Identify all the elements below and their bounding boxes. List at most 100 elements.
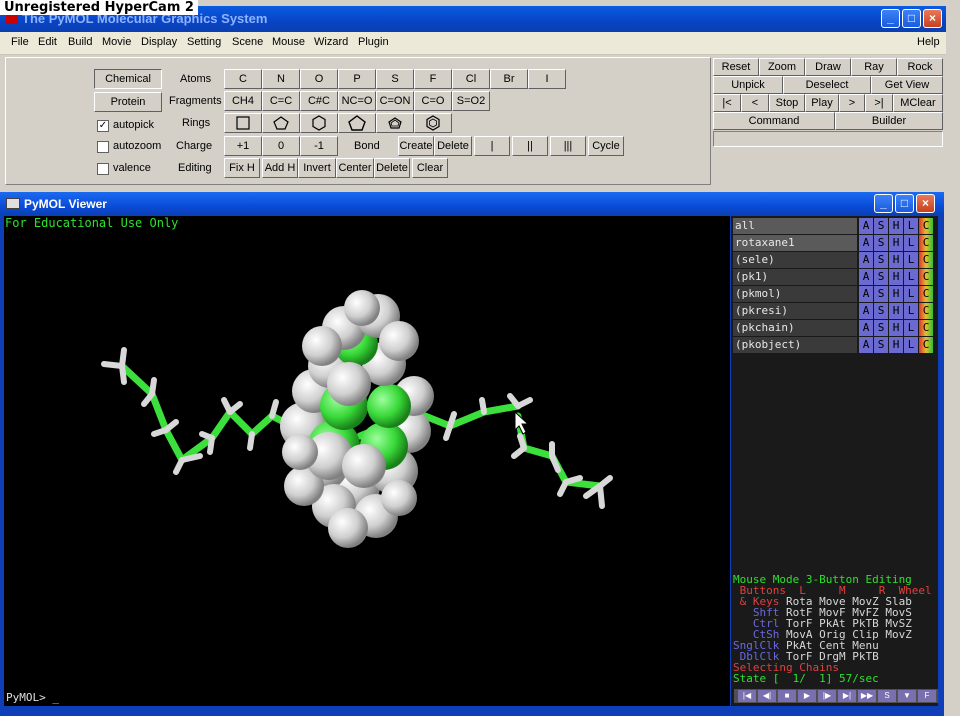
draw-button[interactable]: Draw bbox=[805, 58, 851, 76]
unpick-button[interactable]: Unpick bbox=[713, 76, 783, 94]
bond-delete-button[interactable]: Delete bbox=[434, 136, 472, 156]
action-button[interactable]: A bbox=[859, 269, 874, 285]
color-button[interactable]: C bbox=[919, 286, 934, 302]
bond-triple-button[interactable]: ||| bbox=[550, 136, 586, 156]
color-button[interactable]: C bbox=[919, 235, 934, 251]
fragment-ctriple-button[interactable]: C#C bbox=[300, 91, 338, 111]
label-button[interactable]: L bbox=[904, 218, 919, 234]
play-button[interactable]: Play bbox=[805, 94, 839, 112]
step-back-icon[interactable]: ◀| bbox=[758, 690, 776, 702]
protein-mode-button[interactable]: Protein bbox=[94, 92, 162, 112]
delete-atom-button[interactable]: Delete bbox=[374, 158, 410, 178]
fragment-nco-button[interactable]: NC=O bbox=[338, 91, 376, 111]
ring-benzene-button[interactable] bbox=[414, 113, 452, 133]
zoom-button[interactable]: Zoom bbox=[759, 58, 805, 76]
object-name[interactable]: (pkchain) bbox=[733, 320, 857, 336]
show-button[interactable]: S bbox=[874, 235, 889, 251]
color-button[interactable]: C bbox=[919, 320, 934, 336]
object-name[interactable]: (pkobject) bbox=[733, 337, 857, 353]
step-forward-icon[interactable]: |▶ bbox=[818, 690, 836, 702]
atom-f-button[interactable]: F bbox=[414, 69, 452, 89]
add-h-button[interactable]: Add H bbox=[262, 158, 298, 178]
rock-button[interactable]: Rock bbox=[897, 58, 943, 76]
hide-button[interactable]: H bbox=[889, 337, 904, 353]
bond-create-button[interactable]: Create bbox=[398, 136, 434, 156]
fix-h-button[interactable]: Fix H bbox=[224, 158, 260, 178]
get-view-button[interactable]: Get View bbox=[871, 76, 943, 94]
prev-frame-button[interactable]: < bbox=[741, 94, 769, 112]
3d-viewport[interactable]: For Educational Use Only PyMOL> _ bbox=[4, 216, 730, 706]
maximize-button[interactable]: □ bbox=[902, 9, 921, 28]
stop-icon[interactable]: ■ bbox=[778, 690, 796, 702]
close-button[interactable]: × bbox=[923, 9, 942, 28]
ring-cyclopentane-button[interactable] bbox=[262, 113, 300, 133]
ring-cyclopentadiene-button[interactable] bbox=[338, 113, 376, 133]
atom-n-button[interactable]: N bbox=[262, 69, 300, 89]
show-button[interactable]: S bbox=[874, 286, 889, 302]
viewer-close-button[interactable]: × bbox=[916, 194, 935, 213]
color-button[interactable]: C bbox=[919, 303, 934, 319]
hide-button[interactable]: H bbox=[889, 286, 904, 302]
reset-button[interactable]: Reset bbox=[713, 58, 759, 76]
object-row-pkchain[interactable]: (pkchain) A S H L C bbox=[733, 320, 937, 336]
first-frame-button[interactable]: |< bbox=[713, 94, 741, 112]
charge-zero-button[interactable]: 0 bbox=[262, 136, 300, 156]
command-prompt[interactable]: PyMOL> _ bbox=[6, 691, 59, 704]
fragment-con-button[interactable]: C=ON bbox=[376, 91, 414, 111]
center-button[interactable]: Center bbox=[336, 158, 374, 178]
chemical-mode-button[interactable]: Chemical bbox=[94, 69, 162, 89]
object-name[interactable]: (sele) bbox=[733, 252, 857, 268]
color-button[interactable]: C bbox=[919, 337, 934, 353]
fullscreen-icon[interactable]: F bbox=[918, 690, 936, 702]
object-row-sele[interactable]: (sele) A S H L C bbox=[733, 252, 937, 268]
ring-cyclohexane-button[interactable] bbox=[300, 113, 338, 133]
fragment-so2-button[interactable]: S=O2 bbox=[452, 91, 490, 111]
object-row-pkmol[interactable]: (pkmol) A S H L C bbox=[733, 286, 937, 302]
next-frame-button[interactable]: > bbox=[839, 94, 865, 112]
hide-button[interactable]: H bbox=[889, 269, 904, 285]
last-frame-button[interactable]: >| bbox=[865, 94, 893, 112]
menu-file[interactable]: File bbox=[11, 36, 29, 48]
fragment-ch4-button[interactable]: CH4 bbox=[224, 91, 262, 111]
menu-wizard[interactable]: Wizard bbox=[314, 36, 348, 48]
mclear-button[interactable]: MClear bbox=[893, 94, 943, 112]
object-row-pk1[interactable]: (pk1) A S H L C bbox=[733, 269, 937, 285]
menu-movie[interactable]: Movie bbox=[102, 36, 131, 48]
object-name[interactable]: (pkmol) bbox=[733, 286, 857, 302]
deselect-button[interactable]: Deselect bbox=[783, 76, 871, 94]
atom-s-button[interactable]: S bbox=[376, 69, 414, 89]
charge-plus-button[interactable]: +1 bbox=[224, 136, 262, 156]
charge-minus-button[interactable]: -1 bbox=[300, 136, 338, 156]
viewer-minimize-button[interactable]: _ bbox=[874, 194, 893, 213]
menu-plugin[interactable]: Plugin bbox=[358, 36, 389, 48]
action-button[interactable]: A bbox=[859, 286, 874, 302]
object-row-rotaxane1[interactable]: rotaxane1 A S H L C bbox=[733, 235, 937, 251]
bond-double-button[interactable]: || bbox=[512, 136, 548, 156]
object-name[interactable]: (pkresi) bbox=[733, 303, 857, 319]
hide-button[interactable]: H bbox=[889, 303, 904, 319]
show-button[interactable]: S bbox=[874, 337, 889, 353]
color-button[interactable]: C bbox=[919, 269, 934, 285]
command-button[interactable]: Command bbox=[713, 112, 835, 130]
hide-button[interactable]: H bbox=[889, 235, 904, 251]
show-button[interactable]: S bbox=[874, 269, 889, 285]
action-button[interactable]: A bbox=[859, 303, 874, 319]
label-button[interactable]: L bbox=[904, 235, 919, 251]
autozoom-checkbox[interactable] bbox=[97, 141, 109, 153]
hide-button[interactable]: H bbox=[889, 320, 904, 336]
action-button[interactable]: A bbox=[859, 218, 874, 234]
label-button[interactable]: L bbox=[904, 337, 919, 353]
play-icon[interactable]: ▶ bbox=[798, 690, 816, 702]
action-button[interactable]: A bbox=[859, 235, 874, 251]
valence-checkbox[interactable] bbox=[97, 163, 109, 175]
atom-cl-button[interactable]: Cl bbox=[452, 69, 490, 89]
show-button[interactable]: S bbox=[874, 252, 889, 268]
hide-button[interactable]: H bbox=[889, 252, 904, 268]
action-button[interactable]: A bbox=[859, 252, 874, 268]
object-row-all[interactable]: all A S H L C bbox=[733, 218, 937, 234]
rewind-icon[interactable]: |◀ bbox=[738, 690, 756, 702]
show-button[interactable]: S bbox=[874, 303, 889, 319]
menu-help[interactable]: Help bbox=[917, 36, 940, 48]
color-button[interactable]: C bbox=[919, 218, 934, 234]
fragment-co-button[interactable]: C=O bbox=[414, 91, 452, 111]
